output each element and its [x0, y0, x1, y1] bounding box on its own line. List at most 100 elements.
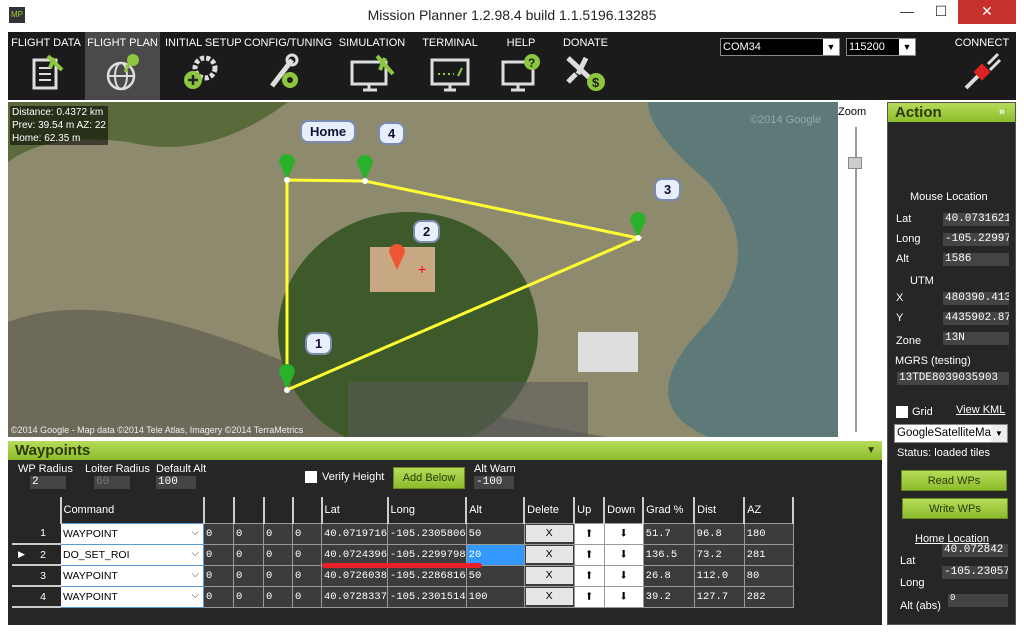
menu-simulation[interactable]: SIMULATION	[338, 32, 406, 100]
cell-p4[interactable]: 0	[292, 585, 322, 608]
connect-button[interactable]: CONNECT	[954, 32, 1010, 100]
satellite-map[interactable]: +	[8, 102, 838, 437]
move-up-button[interactable]: ⬆	[573, 564, 605, 587]
home-lat-field[interactable]: 40.072842	[942, 544, 1008, 557]
table-row[interactable]: 4 WAYPOINT ⌵ 0 0 0 0 40.0728337 -105.2301514 100 X…	[12, 585, 794, 608]
cell-p2[interactable]: 0	[233, 543, 264, 566]
column-header[interactable]: Down	[604, 497, 645, 523]
verify-height-checkbox[interactable]	[305, 471, 317, 483]
cell-lat[interactable]: 40.0728337	[320, 585, 389, 608]
add-below-button[interactable]: Add Below	[393, 467, 465, 489]
cell-long[interactable]: -105.2299798	[387, 543, 467, 566]
wp-radius-field[interactable]: 2	[30, 476, 66, 489]
command-select[interactable]: DO_SET_ROI ⌵	[60, 543, 204, 566]
cell-p3[interactable]: 0	[263, 543, 293, 566]
zoom-slider-thumb[interactable]	[848, 157, 862, 169]
collapse-icon[interactable]: »	[999, 103, 1005, 122]
cell-p2[interactable]: 0	[233, 522, 264, 545]
zoom-slider-track[interactable]	[855, 127, 857, 432]
move-up-button[interactable]: ⬆	[573, 522, 605, 545]
menu-flight-data[interactable]: FLIGHT DATA	[10, 32, 82, 100]
cell-p4[interactable]: 0	[292, 564, 322, 587]
cell-p3[interactable]: 0	[263, 564, 293, 587]
column-header[interactable]	[292, 497, 323, 523]
minimize-button[interactable]: —	[890, 0, 924, 24]
cell-p3[interactable]: 0	[263, 585, 293, 608]
move-down-button[interactable]: ⬇	[603, 543, 644, 566]
move-down-button[interactable]: ⬇	[603, 522, 644, 545]
map-view[interactable]: + Distance: 0.4372 km Prev: 39.54 m AZ: …	[8, 102, 838, 437]
column-header[interactable]: Delete	[524, 497, 576, 523]
cell-lat[interactable]: 40.0724396	[320, 543, 389, 566]
cell-alt[interactable]: 50	[465, 522, 525, 545]
cell-p1[interactable]: 0	[203, 543, 234, 566]
cell-long[interactable]: -105.2286816	[387, 564, 467, 587]
grid-checkbox[interactable]	[896, 406, 908, 418]
command-select[interactable]: WAYPOINT ⌵	[60, 564, 204, 587]
delete-button[interactable]: X	[525, 546, 573, 563]
menu-config-tuning[interactable]: CONFIG/TUNING	[244, 32, 332, 100]
command-select[interactable]: WAYPOINT ⌵	[60, 585, 204, 608]
delete-button[interactable]: X	[525, 525, 573, 542]
cell-long[interactable]: -105.2305806	[387, 522, 467, 545]
column-header[interactable]: Grad %	[643, 497, 696, 523]
default-alt-field[interactable]: 100	[156, 476, 196, 489]
maximize-button[interactable]: ☐	[924, 0, 958, 24]
delete-button[interactable]: X	[525, 567, 573, 584]
cell-lat[interactable]: 40.0726038	[320, 564, 389, 587]
view-kml-link[interactable]: View KML	[956, 404, 1005, 416]
row-header[interactable]: 3	[12, 564, 61, 587]
close-button[interactable]: ✕	[958, 0, 1016, 24]
alt-warn-field[interactable]: -100	[474, 476, 514, 489]
delete-button[interactable]: X	[525, 588, 573, 605]
column-header[interactable]	[263, 497, 294, 523]
move-down-button[interactable]: ⬇	[603, 585, 644, 608]
row-header[interactable]: 1	[12, 522, 61, 545]
menu-flight-plan[interactable]: FLIGHT PLAN	[85, 32, 160, 100]
command-select[interactable]: WAYPOINT ⌵	[60, 522, 204, 545]
row-header[interactable]: 4	[12, 585, 61, 608]
table-row[interactable]: ▶ 2 DO_SET_ROI ⌵ 0 0 0 0 40.0724396 -105.2299798 2…	[12, 543, 794, 566]
column-header[interactable]: Alt	[466, 497, 526, 523]
cell-p4[interactable]: 0	[292, 522, 322, 545]
baud-select[interactable]: 115200 ▼	[846, 38, 916, 56]
column-header[interactable]: Dist	[694, 497, 746, 523]
cell-long[interactable]: -105.2301514	[387, 585, 467, 608]
column-header[interactable]	[12, 497, 62, 523]
menu-help[interactable]: HELP ?	[496, 32, 546, 100]
menu-initial-setup[interactable]: INITIAL SETUP	[165, 32, 242, 100]
menu-terminal[interactable]: TERMINAL	[420, 32, 480, 100]
cell-p1[interactable]: 0	[203, 564, 234, 587]
table-row[interactable]: 1 WAYPOINT ⌵ 0 0 0 0 40.0719716 -105.2305806 50 X ⬆…	[12, 522, 794, 545]
port-select[interactable]: COM34 ▼	[720, 38, 840, 56]
column-header[interactable]: Lat	[321, 497, 389, 523]
cell-p2[interactable]: 0	[233, 564, 264, 587]
column-header[interactable]: Command	[60, 497, 205, 523]
cell-p4[interactable]: 0	[292, 543, 322, 566]
column-header[interactable]	[233, 497, 265, 523]
read-wps-button[interactable]: Read WPs	[901, 470, 1007, 491]
cell-p3[interactable]: 0	[263, 522, 293, 545]
column-header[interactable]: Up	[574, 497, 606, 523]
cell-lat[interactable]: 40.0719716	[320, 522, 389, 545]
cell-p1[interactable]: 0	[203, 522, 234, 545]
cell-alt[interactable]: 100	[465, 585, 525, 608]
column-header[interactable]: AZ	[744, 497, 795, 523]
cell-alt[interactable]: 50	[465, 564, 525, 587]
write-wps-button[interactable]: Write WPs	[902, 498, 1008, 519]
cell-p1[interactable]: 0	[203, 585, 234, 608]
home-long-field[interactable]: -105.230575	[942, 566, 1008, 579]
column-header[interactable]: Long	[387, 497, 468, 523]
collapse-icon[interactable]: ▼	[866, 441, 876, 460]
cell-p2[interactable]: 0	[233, 585, 264, 608]
cell-alt[interactable]: 20	[465, 543, 525, 566]
move-down-button[interactable]: ⬇	[603, 564, 644, 587]
map-type-select[interactable]: GoogleSatelliteMap ▼	[894, 424, 1008, 443]
home-alt-field[interactable]: 0	[948, 594, 1008, 607]
table-row[interactable]: 3 WAYPOINT ⌵ 0 0 0 0 40.0726038 -105.2286816 50 X ⬆…	[12, 564, 794, 587]
menu-donate[interactable]: DONATE $	[558, 32, 613, 100]
row-header[interactable]: ▶ 2	[12, 543, 61, 566]
move-up-button[interactable]: ⬆	[573, 585, 605, 608]
move-up-button[interactable]: ⬆	[573, 543, 605, 566]
column-header[interactable]	[203, 497, 235, 523]
